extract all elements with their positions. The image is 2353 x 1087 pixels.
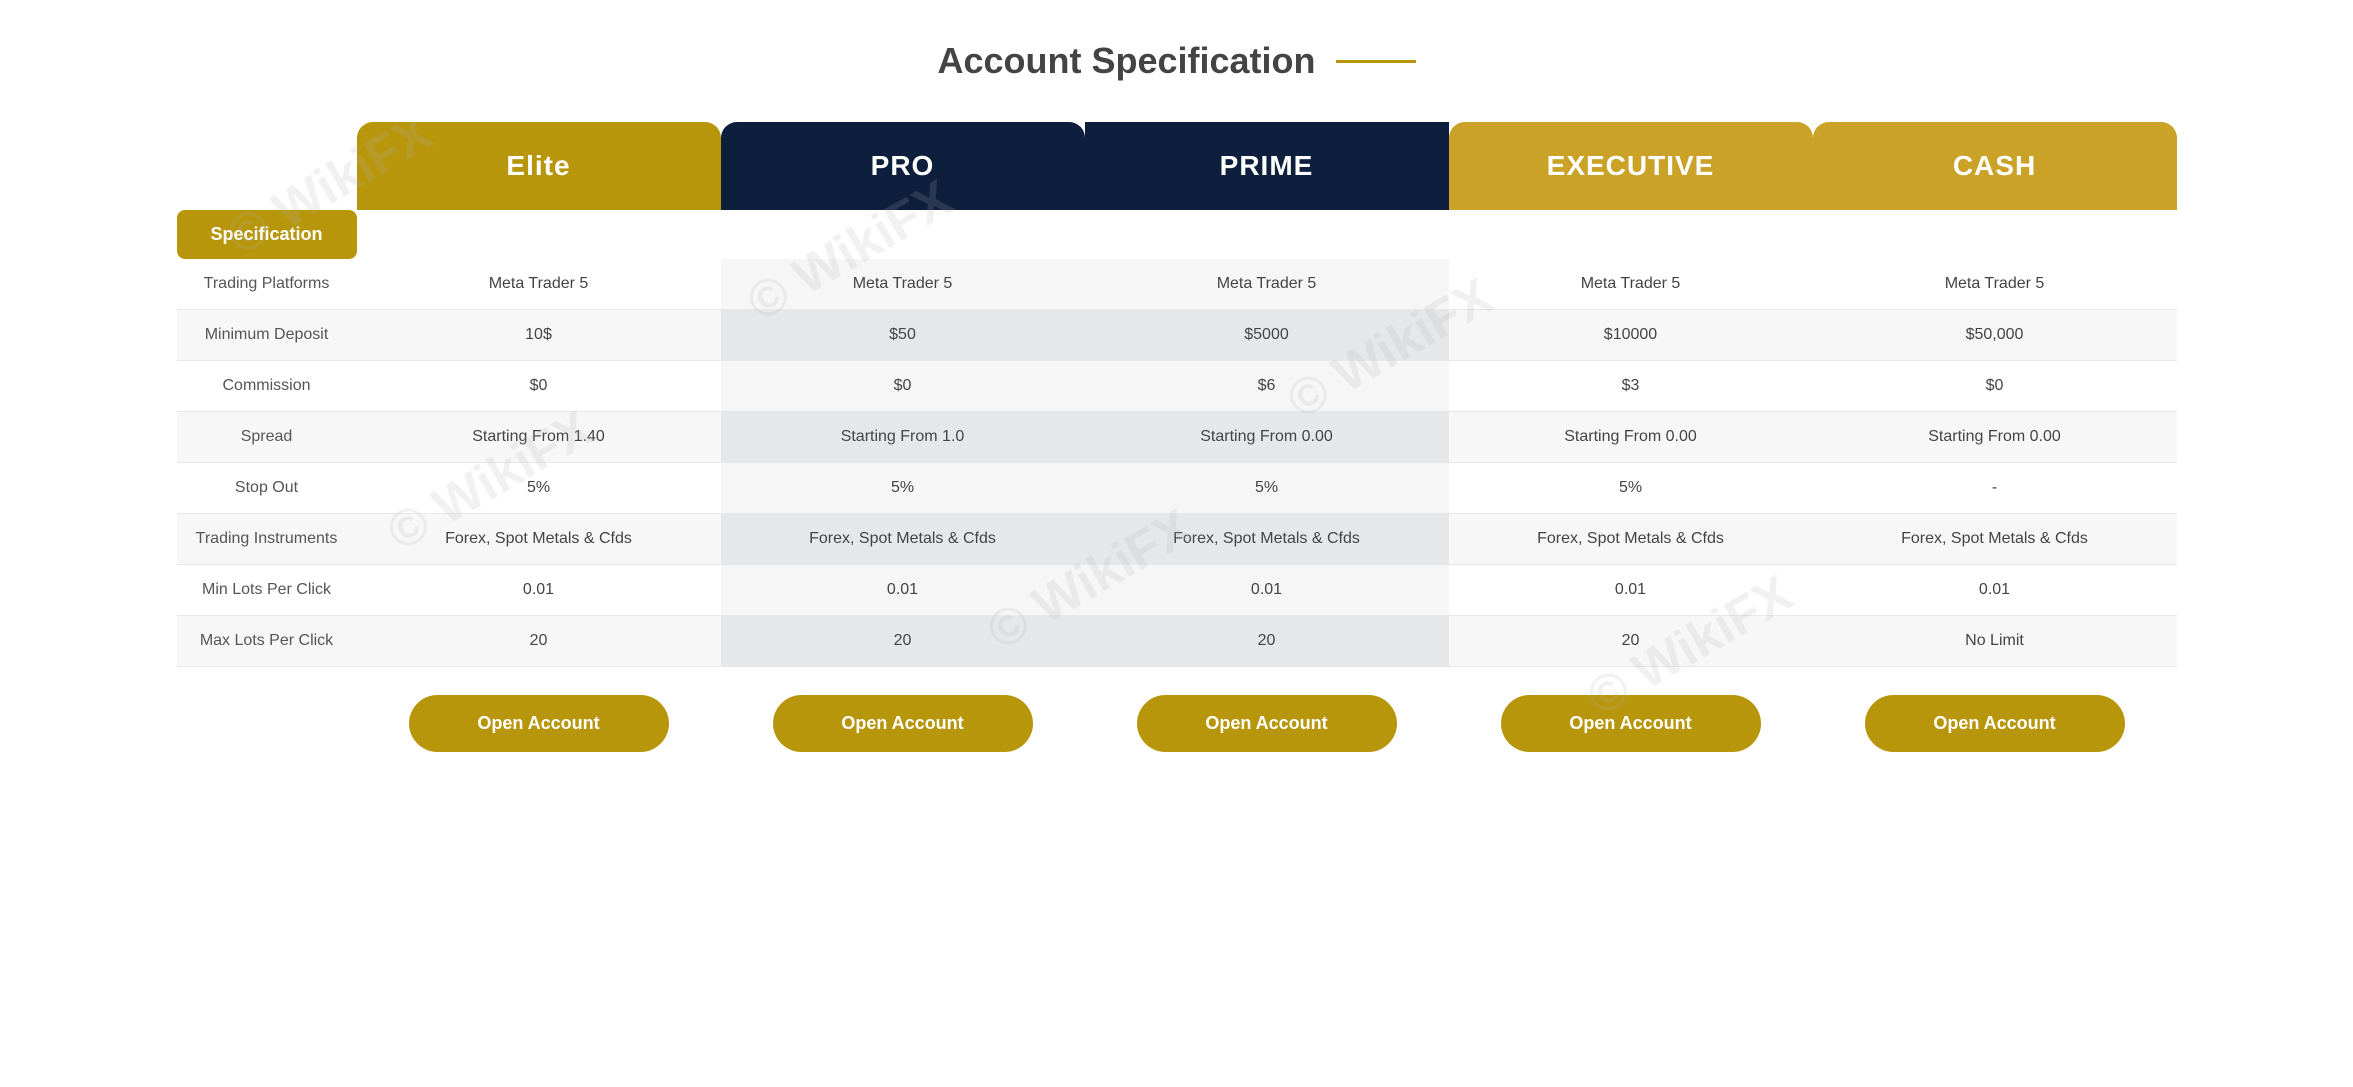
- row-label-min-deposit: Minimum Deposit: [177, 310, 357, 361]
- row-label-max-lots: Max Lots Per Click: [177, 616, 357, 667]
- prime-spec-label-filler: [1085, 210, 1449, 259]
- elite-btn-cell: Open Account: [357, 667, 721, 780]
- empty-header-cell: [177, 122, 357, 210]
- table-row: Trading Instruments Forex, Spot Metals &…: [177, 514, 2177, 565]
- elite-min-deposit: 10$: [357, 310, 721, 361]
- page-header: Account Specification: [20, 40, 2333, 82]
- pro-spread: Starting From 1.0: [721, 412, 1085, 463]
- executive-min-deposit: $10000: [1449, 310, 1813, 361]
- cash-trading-platforms: Meta Trader 5: [1813, 259, 2177, 310]
- elite-min-lots: 0.01: [357, 565, 721, 616]
- cash-header: CASH: [1813, 122, 2177, 210]
- pro-trading-platforms: Meta Trader 5: [721, 259, 1085, 310]
- prime-header: PRIME: [1085, 122, 1449, 210]
- executive-max-lots: 20: [1449, 616, 1813, 667]
- prime-trading-platforms: Meta Trader 5: [1085, 259, 1449, 310]
- pro-max-lots: 20: [721, 616, 1085, 667]
- pro-open-account-button[interactable]: Open Account: [773, 695, 1033, 752]
- row-label-trading-platforms: Trading Platforms: [177, 259, 357, 310]
- executive-label: EXECUTIVE: [1547, 150, 1715, 181]
- title-decoration: [1336, 60, 1416, 63]
- table-row: Min Lots Per Click 0.01 0.01 0.01 0.01 0…: [177, 565, 2177, 616]
- row-label-trading-instruments: Trading Instruments: [177, 514, 357, 565]
- elite-spread: Starting From 1.40: [357, 412, 721, 463]
- row-label-stop-out: Stop Out: [177, 463, 357, 514]
- prime-trading-instruments: Forex, Spot Metals & Cfds: [1085, 514, 1449, 565]
- table-row: Trading Platforms Meta Trader 5 Meta Tra…: [177, 259, 2177, 310]
- pro-label: PRO: [871, 150, 935, 181]
- prime-commission: $6: [1085, 361, 1449, 412]
- prime-stop-out: 5%: [1085, 463, 1449, 514]
- column-header-row: Elite PRO PRIME EXECUTIVE: [177, 122, 2177, 210]
- spec-label-row: Specification: [177, 210, 2177, 259]
- prime-label: PRIME: [1220, 150, 1314, 181]
- pro-spec-label-filler: [721, 210, 1085, 259]
- cash-spec-label-filler: [1813, 210, 2177, 259]
- table-wrapper: © WikiFX © WikiFX © WikiFX © WikiFX © Wi…: [177, 122, 2177, 780]
- cash-label: CASH: [1953, 150, 2036, 181]
- elite-stop-out: 5%: [357, 463, 721, 514]
- executive-btn-cell: Open Account: [1449, 667, 1813, 780]
- prime-max-lots: 20: [1085, 616, 1449, 667]
- cash-commission: $0: [1813, 361, 2177, 412]
- executive-trading-platforms: Meta Trader 5: [1449, 259, 1813, 310]
- elite-open-account-button[interactable]: Open Account: [409, 695, 669, 752]
- elite-max-lots: 20: [357, 616, 721, 667]
- prime-btn-cell: Open Account: [1085, 667, 1449, 780]
- prime-open-account-button[interactable]: Open Account: [1137, 695, 1397, 752]
- row-label-spread: Spread: [177, 412, 357, 463]
- col-executive-header: EXECUTIVE: [1449, 122, 1813, 210]
- elite-commission: $0: [357, 361, 721, 412]
- pro-min-lots: 0.01: [721, 565, 1085, 616]
- col-pro-header: PRO: [721, 122, 1085, 210]
- prime-spread: Starting From 0.00: [1085, 412, 1449, 463]
- table-row: Commission $0 $0 $6 $3 $0: [177, 361, 2177, 412]
- elite-trading-instruments: Forex, Spot Metals & Cfds: [357, 514, 721, 565]
- executive-open-account-button[interactable]: Open Account: [1501, 695, 1761, 752]
- col-elite-header: Elite: [357, 122, 721, 210]
- executive-header: EXECUTIVE: [1449, 122, 1813, 210]
- pro-min-deposit: $50: [721, 310, 1085, 361]
- table-row: Spread Starting From 1.40 Starting From …: [177, 412, 2177, 463]
- account-spec-table: Elite PRO PRIME EXECUTIVE: [177, 122, 2177, 780]
- cash-btn-cell: Open Account: [1813, 667, 2177, 780]
- executive-trading-instruments: Forex, Spot Metals & Cfds: [1449, 514, 1813, 565]
- cash-trading-instruments: Forex, Spot Metals & Cfds: [1813, 514, 2177, 565]
- button-row: Open Account Open Account Open Account O…: [177, 667, 2177, 780]
- cash-min-lots: 0.01: [1813, 565, 2177, 616]
- cash-stop-out: -: [1813, 463, 2177, 514]
- table-row: Stop Out 5% 5% 5% 5% -: [177, 463, 2177, 514]
- spec-label-cell: Specification: [177, 210, 357, 259]
- executive-commission: $3: [1449, 361, 1813, 412]
- elite-spec-label-filler: [357, 210, 721, 259]
- cash-min-deposit: $50,000: [1813, 310, 2177, 361]
- pro-trading-instruments: Forex, Spot Metals & Cfds: [721, 514, 1085, 565]
- pro-header: PRO: [721, 122, 1085, 210]
- row-label-min-lots: Min Lots Per Click: [177, 565, 357, 616]
- executive-spread: Starting From 0.00: [1449, 412, 1813, 463]
- elite-trading-platforms: Meta Trader 5: [357, 259, 721, 310]
- executive-stop-out: 5%: [1449, 463, 1813, 514]
- page-title: Account Specification: [937, 40, 1315, 82]
- cash-open-account-button[interactable]: Open Account: [1865, 695, 2125, 752]
- table-row: Max Lots Per Click 20 20 20 20 No Limit: [177, 616, 2177, 667]
- pro-stop-out: 5%: [721, 463, 1085, 514]
- pro-btn-cell: Open Account: [721, 667, 1085, 780]
- btn-row-empty: [177, 667, 357, 780]
- table-row: Minimum Deposit 10$ $50 $5000 $10000 $50…: [177, 310, 2177, 361]
- elite-header: Elite: [357, 122, 721, 210]
- elite-label: Elite: [506, 150, 570, 181]
- cash-spread: Starting From 0.00: [1813, 412, 2177, 463]
- cash-max-lots: No Limit: [1813, 616, 2177, 667]
- col-cash-header: CASH: [1813, 122, 2177, 210]
- row-label-commission: Commission: [177, 361, 357, 412]
- prime-min-deposit: $5000: [1085, 310, 1449, 361]
- col-prime-header: PRIME: [1085, 122, 1449, 210]
- pro-commission: $0: [721, 361, 1085, 412]
- prime-min-lots: 0.01: [1085, 565, 1449, 616]
- executive-min-lots: 0.01: [1449, 565, 1813, 616]
- executive-spec-label-filler: [1449, 210, 1813, 259]
